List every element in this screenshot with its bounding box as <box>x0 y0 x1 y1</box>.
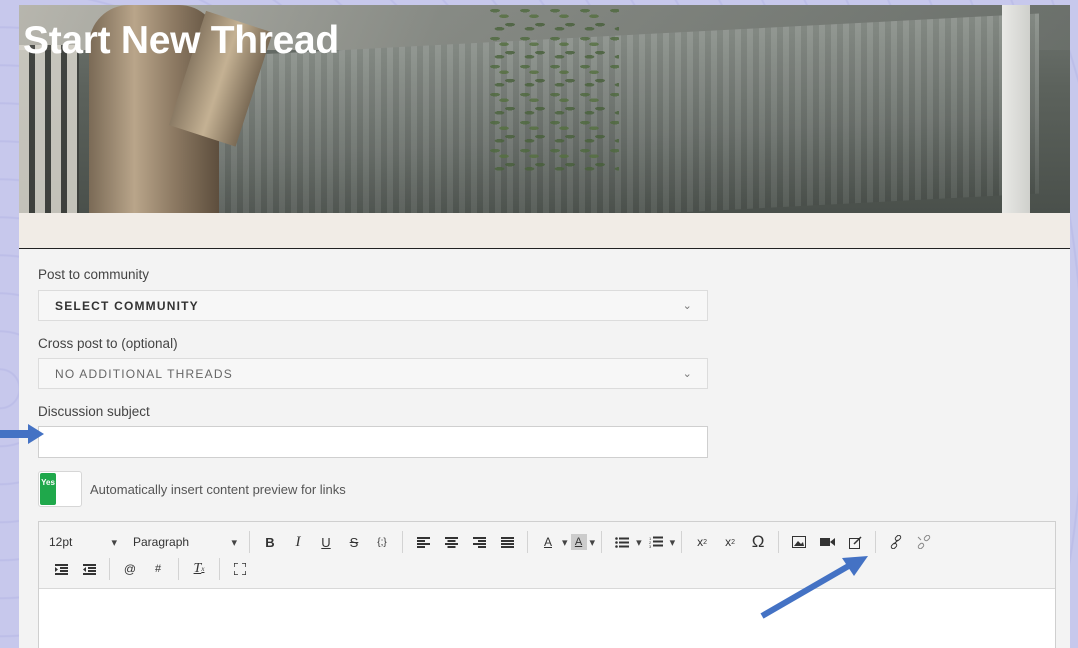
align-left-icon[interactable] <box>412 531 434 553</box>
hero-banner: Start New Thread <box>19 5 1070 213</box>
align-right-icon[interactable] <box>468 531 490 553</box>
community-select[interactable]: SELECT COMMUNITY ⌄ <box>38 290 708 321</box>
bullet-list-icon[interactable] <box>611 531 633 553</box>
toolbar-separator <box>601 531 603 553</box>
fullscreen-icon[interactable] <box>229 558 251 580</box>
hero-pillar <box>1002 5 1030 213</box>
strikethrough-icon[interactable]: S <box>343 531 365 553</box>
toolbar-separator <box>178 558 179 580</box>
outdent-icon[interactable] <box>78 558 100 580</box>
hero-divider-band <box>19 213 1070 249</box>
unlink-icon[interactable] <box>913 531 935 553</box>
toolbar-separator <box>778 531 780 553</box>
background-color-icon[interactable]: A <box>570 534 587 550</box>
indent-icon[interactable] <box>50 558 72 580</box>
align-justify-icon[interactable] <box>496 531 518 553</box>
paragraph-format-dropdown[interactable]: Paragraph ▾ <box>125 531 243 553</box>
toggle-on-indicator: Yes <box>40 473 56 505</box>
subscript-icon[interactable]: x2 <box>691 531 713 553</box>
page-title: Start New Thread <box>23 19 339 62</box>
underline-icon[interactable]: U <box>315 531 337 553</box>
chevron-down-icon[interactable]: ▾ <box>670 536 676 549</box>
font-size-value: 12pt <box>49 535 73 549</box>
insert-image-icon[interactable] <box>788 531 810 553</box>
rich-text-editor[interactable]: 12pt ▾ Paragraph ▾ B I U S {;} A ▾ A ▾ ▾… <box>38 521 1056 648</box>
mention-icon[interactable]: @ <box>119 558 141 580</box>
chevron-down-icon[interactable]: ▾ <box>590 536 596 549</box>
hero-leaves <box>489 5 619 175</box>
discussion-subject-input[interactable] <box>38 426 708 458</box>
hashtag-icon[interactable]: # <box>147 558 169 580</box>
code-icon[interactable]: {;} <box>371 531 393 553</box>
community-select-value: SELECT COMMUNITY <box>55 298 199 313</box>
font-size-dropdown[interactable]: 12pt ▾ <box>39 531 125 553</box>
toolbar-separator <box>875 531 877 553</box>
align-center-icon[interactable] <box>440 531 462 553</box>
chevron-down-icon: ⌄ <box>682 368 693 380</box>
chevron-down-icon[interactable]: ▾ <box>636 536 642 549</box>
cross-post-select[interactable]: NO ADDITIONAL THREADS ⌄ <box>38 358 708 389</box>
svg-text:3: 3 <box>649 544 652 548</box>
toolbar-separator <box>249 531 250 553</box>
toolbar-separator <box>219 558 220 580</box>
chevron-down-icon[interactable]: ▾ <box>562 536 568 549</box>
italic-icon[interactable]: I <box>287 531 309 553</box>
discussion-subject-label: Discussion subject <box>38 404 150 419</box>
chevron-down-icon: ⌄ <box>682 300 693 312</box>
cross-post-select-value: NO ADDITIONAL THREADS <box>55 366 233 381</box>
bold-icon[interactable]: B <box>259 531 281 553</box>
omega-icon[interactable]: Ω <box>747 531 769 553</box>
paragraph-format-value: Paragraph <box>133 535 190 549</box>
link-preview-toggle-label: Automatically insert content preview for… <box>90 482 346 497</box>
editor-toolbar: 12pt ▾ Paragraph ▾ B I U S {;} A ▾ A ▾ ▾… <box>39 522 1055 589</box>
toolbar-row-1: 12pt ▾ Paragraph ▾ B I U S {;} A ▾ A ▾ ▾… <box>39 529 938 555</box>
cross-post-label: Cross post to (optional) <box>38 336 178 351</box>
toolbar-separator <box>681 531 683 553</box>
chevron-down-icon: ▾ <box>231 536 237 549</box>
numbered-list-icon[interactable]: 123 <box>645 531 667 553</box>
toolbar-separator <box>109 558 110 580</box>
clear-formatting-icon[interactable]: Tx <box>188 558 210 580</box>
edit-icon[interactable] <box>844 531 866 553</box>
chevron-down-icon: ▾ <box>111 536 117 549</box>
link-icon[interactable] <box>885 531 907 553</box>
link-preview-toggle[interactable]: Yes <box>38 471 82 507</box>
toolbar-row-2: @ # Tx <box>39 556 254 582</box>
hero-building-left <box>19 45 79 213</box>
post-to-community-label: Post to community <box>38 267 150 282</box>
superscript-icon[interactable]: x2 <box>719 531 741 553</box>
toolbar-separator <box>527 531 528 553</box>
thread-form-card: Start New Thread Post to community SELEC… <box>19 5 1070 648</box>
text-color-icon[interactable]: A <box>537 531 559 553</box>
video-icon[interactable] <box>816 531 838 553</box>
toolbar-separator <box>402 531 403 553</box>
